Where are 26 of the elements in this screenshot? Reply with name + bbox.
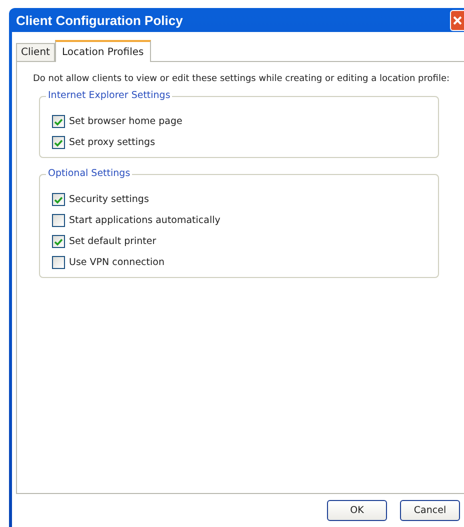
checkbox[interactable] bbox=[52, 235, 65, 248]
tab[interactable]: Client bbox=[16, 43, 55, 61]
group-title: Optional Settings bbox=[46, 168, 132, 179]
checkmark-icon bbox=[54, 118, 63, 126]
checkbox[interactable] bbox=[52, 256, 65, 269]
dialog-button[interactable]: Cancel bbox=[400, 500, 460, 521]
checkbox[interactable] bbox=[52, 115, 65, 128]
checkmark-icon bbox=[54, 238, 63, 246]
checkbox-label: Set browser home page bbox=[69, 116, 182, 127]
close-button[interactable] bbox=[450, 10, 464, 30]
tab[interactable]: Location Profiles bbox=[54, 40, 151, 62]
checkbox[interactable] bbox=[52, 193, 65, 206]
checkmark-icon bbox=[54, 138, 63, 146]
checkbox-label: Set proxy settings bbox=[69, 137, 156, 148]
checkbox-label: Use VPN connection bbox=[69, 257, 164, 268]
checkbox-label: Security settings bbox=[69, 194, 149, 205]
checkbox[interactable] bbox=[52, 214, 65, 227]
checkmark-icon bbox=[54, 196, 63, 204]
group-title: Internet Explorer Settings bbox=[46, 90, 172, 101]
dialog-button[interactable]: OK bbox=[327, 500, 387, 521]
close-icon bbox=[453, 16, 462, 24]
checkbox-label: Start applications automatically bbox=[69, 215, 220, 226]
checkbox-label: Set default printer bbox=[69, 236, 156, 247]
instruction-text: Do not allow clients to view or edit these settings while creating or editing a location profile: bbox=[33, 74, 451, 84]
window-title: Client Configuration Policy bbox=[16, 12, 183, 28]
checkbox[interactable] bbox=[52, 136, 65, 149]
